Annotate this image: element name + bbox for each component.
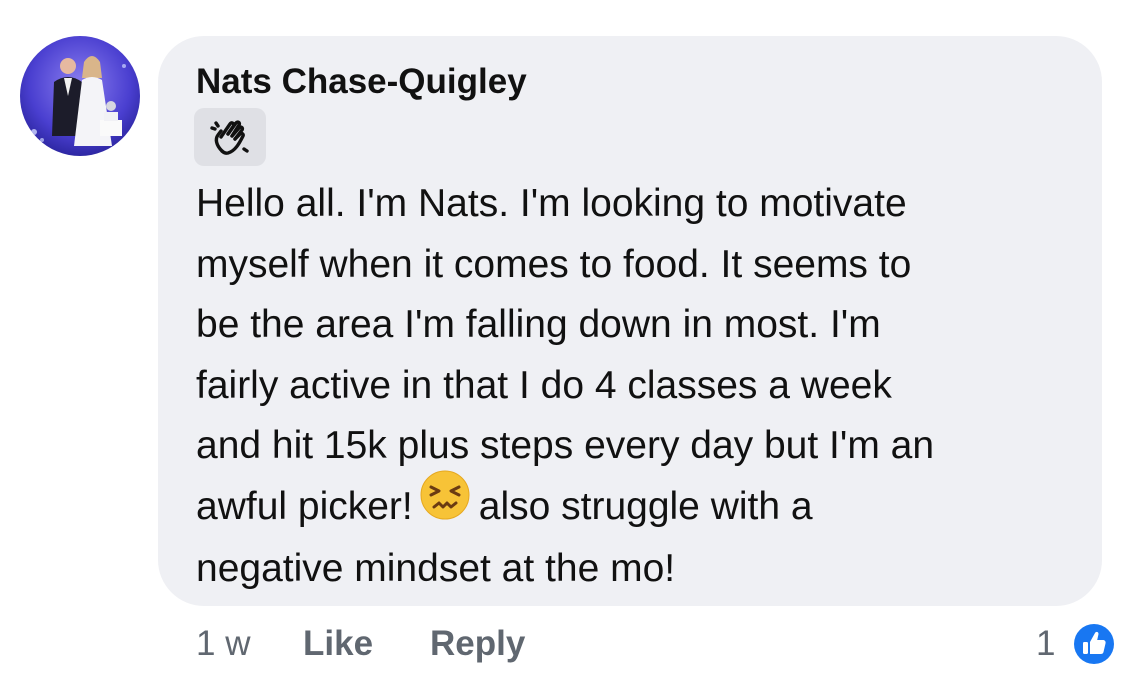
- comment-line: fairly active in that I do 4 classes a w…: [196, 363, 892, 407]
- comment-line: and hit 15k plus steps every day but I'm…: [196, 424, 935, 467]
- reaction-badge: [194, 108, 266, 166]
- comment-line-part: awful picker!: [196, 484, 413, 528]
- like-button[interactable]: Like: [303, 622, 373, 666]
- comment-text: Hello all. I'm Nats. I'm looking to moti…: [196, 174, 1086, 600]
- reaction-count[interactable]: 1: [1036, 622, 1055, 666]
- waving-hand-icon: [210, 120, 249, 155]
- comment-line: negative mindset at the mo!: [196, 547, 676, 591]
- comment-line: myself when it comes to food. It seems t…: [196, 242, 912, 286]
- thumbs-up-icon[interactable]: [1070, 620, 1118, 668]
- comment-timestamp[interactable]: 1 w: [196, 622, 250, 666]
- comment-author[interactable]: Nats Chase-Quigley: [196, 62, 527, 102]
- comment-line: be the area I'm falling down in most. I'…: [196, 303, 881, 346]
- reply-button[interactable]: Reply: [430, 622, 525, 666]
- confounded-face-icon: [419, 469, 471, 540]
- comment-line-part: also struggle with a: [478, 484, 813, 528]
- comment-line: Hello all. I'm Nats. I'm looking to moti…: [196, 182, 907, 225]
- avatar-photo: [20, 36, 140, 156]
- avatar[interactable]: [20, 36, 140, 156]
- comment-line-with-emoji: awful picker! also struggle with a: [196, 470, 1086, 540]
